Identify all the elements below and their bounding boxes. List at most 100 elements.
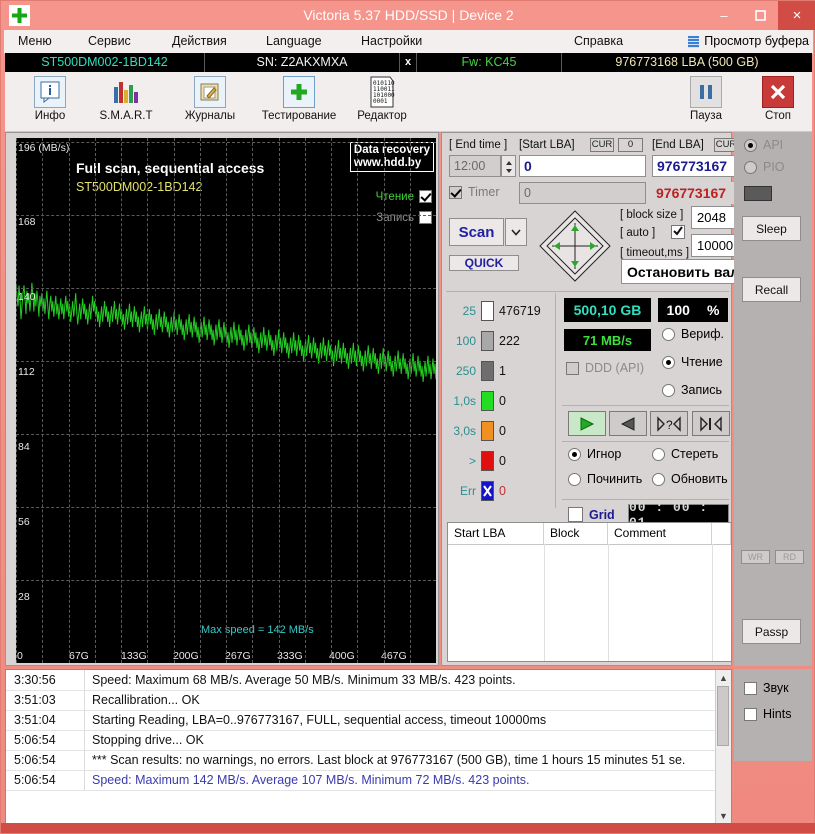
grid-line-vertical [199,138,201,663]
green-plus-icon [279,75,319,109]
auto-label: [ auto ] [620,227,656,239]
mode-read-dot[interactable] [662,355,675,369]
menu-item-help[interactable]: Справка [568,30,629,53]
buffer-view-button[interactable]: Просмотр буфера [688,30,809,53]
start-lba-cur-button[interactable]: CUR [590,138,614,152]
grid-checkbox[interactable]: Grid [568,507,615,522]
dpad-navigation-icon[interactable] [538,209,612,283]
action-refresh-dot[interactable] [652,472,665,486]
stat-value-gt: 0 [499,454,506,468]
log-row[interactable]: 5:06:54 Speed: Maximum 142 MB/s. Average… [6,770,731,791]
buffer-view-label: Просмотр буфера [704,34,809,48]
chevron-down-icon[interactable]: ▼ [716,808,731,823]
error-x-icon [481,481,494,501]
log-row[interactable]: 5:06:54 *** Scan results: no warnings, n… [6,750,731,771]
menu-item-actions[interactable]: Действия [166,30,233,53]
log-row[interactable]: 5:06:54 Stopping drive... OK [6,730,731,751]
action-repair-radio[interactable]: Починить [568,472,642,486]
mode-write-radio[interactable]: Запись [662,383,722,397]
quick-button[interactable]: QUICK [449,255,519,271]
ddd-api-box[interactable] [566,361,579,375]
mode-read-radio[interactable]: Чтение [662,355,723,369]
graph-write-checkbox[interactable]: Запись [376,211,432,224]
start-lba-input[interactable]: 0 [519,155,646,177]
speed-graph[interactable]: 196 (MB/s) 168 140 112 84 56 28 0 67G 13… [16,138,436,663]
log-scrollbar[interactable]: ▲ ▼ [715,670,731,823]
recall-button[interactable]: Recall [742,277,801,302]
chevron-up-icon[interactable]: ▲ [716,670,731,685]
mode-write-dot[interactable] [662,383,675,397]
graph-read-box[interactable] [419,190,432,203]
graph-write-box[interactable] [419,211,432,224]
menu-item-language[interactable]: Language [260,30,328,53]
scrollbar-thumb[interactable] [717,686,729,746]
timer-checkbox[interactable]: Timer [449,185,499,199]
rd-button[interactable]: RD [775,550,804,564]
end-button[interactable] [692,411,730,436]
start-button[interactable] [568,411,606,436]
ddd-api-checkbox[interactable]: DDD (API) [566,361,644,375]
menu-item-settings[interactable]: Настройки [355,30,428,53]
toolbar-label-info: Инфо [34,110,66,122]
start-lba-second-input[interactable]: 0 [519,182,646,204]
sound-checkbox-box[interactable] [744,681,757,695]
results-table[interactable]: Start LBA Block Comment [447,522,732,662]
scan-dropdown-button[interactable] [505,218,527,246]
action-refresh-radio[interactable]: Обновить [652,472,728,486]
main-toolbar: Инфо S.M.A.R.T Журналы Тестирование 0101… [5,72,812,132]
grid-checkbox-box[interactable] [568,507,583,522]
wr-button[interactable]: WR [741,550,770,564]
close-button[interactable]: × [778,1,815,30]
log-panel[interactable]: 3:30:56 Speed: Maximum 68 MB/s. Average … [5,669,732,824]
start-lba-zero-button[interactable]: 0 [618,138,643,152]
start-lba-label: [Start LBA] [519,139,575,151]
x-tick-333G: 333G [277,650,303,662]
maximize-button[interactable] [742,1,778,30]
mode-verify-radio[interactable]: Вериф. [662,327,724,341]
passp-button[interactable]: Passp [742,619,801,644]
toolbar-button-pause[interactable]: Пауза [669,75,743,129]
mode-verify-dot[interactable] [662,327,675,341]
timer-checkbox-box[interactable] [449,185,462,199]
query-button[interactable]: ? [650,411,688,436]
action-ignore-radio[interactable]: Игнор [568,447,621,461]
sleep-button[interactable]: Sleep [742,216,801,241]
api-dot[interactable] [744,138,757,152]
hints-checkbox-box[interactable] [744,707,757,721]
action-repair-dot[interactable] [568,472,581,486]
stat-row-25: 25 476719 [446,301,541,321]
log-message: Speed: Maximum 142 MB/s. Average 107 MB/… [92,773,530,787]
action-erase-radio[interactable]: Стереть [652,447,718,461]
toolbar-button-editor[interactable]: 010110 110011 101000 0001 Редактор [345,75,419,129]
minimize-button[interactable]: – [706,1,742,30]
end-lba-label: [End LBA] [652,139,704,151]
toolbar-button-info[interactable]: Инфо [13,75,87,129]
log-row[interactable]: 3:51:04 Starting Reading, LBA=0..9767731… [6,710,731,731]
hints-checkbox[interactable]: Hints [744,707,791,721]
toolbar-button-logs[interactable]: Журналы [173,75,247,129]
end-time-input[interactable]: 12:00 [449,155,501,177]
toolbar-button-smart[interactable]: S.M.A.R.T [89,75,163,129]
action-ignore-dot[interactable] [568,447,581,461]
log-row[interactable]: 3:51:03 Recallibration... OK [6,690,731,711]
end-time-spinner[interactable] [501,155,516,177]
watermark-line1: Data recovery [353,144,430,156]
action-erase-dot[interactable] [652,447,665,461]
api-radio[interactable]: API [744,138,783,152]
device-close-icon[interactable]: x [400,53,417,72]
grid-line-vertical [252,138,254,663]
pio-dot[interactable] [744,160,757,174]
pio-label: PIO [763,160,785,174]
toolbar-button-stop[interactable]: Стоп [741,75,815,129]
log-message: *** Scan results: no warnings, no errors… [92,753,686,767]
log-row[interactable]: 3:30:56 Speed: Maximum 68 MB/s. Average … [6,670,731,691]
auto-checkbox[interactable] [671,225,685,239]
back-button[interactable] [609,411,647,436]
info-icon [30,75,70,109]
scan-button[interactable]: Scan [449,218,504,246]
toolbar-button-testing[interactable]: Тестирование [253,75,345,129]
pio-radio[interactable]: PIO [744,160,785,174]
menu-item-service[interactable]: Сервис [82,30,137,53]
menu-item-menu[interactable]: Меню [12,30,58,53]
sound-checkbox[interactable]: Звук [744,681,789,695]
